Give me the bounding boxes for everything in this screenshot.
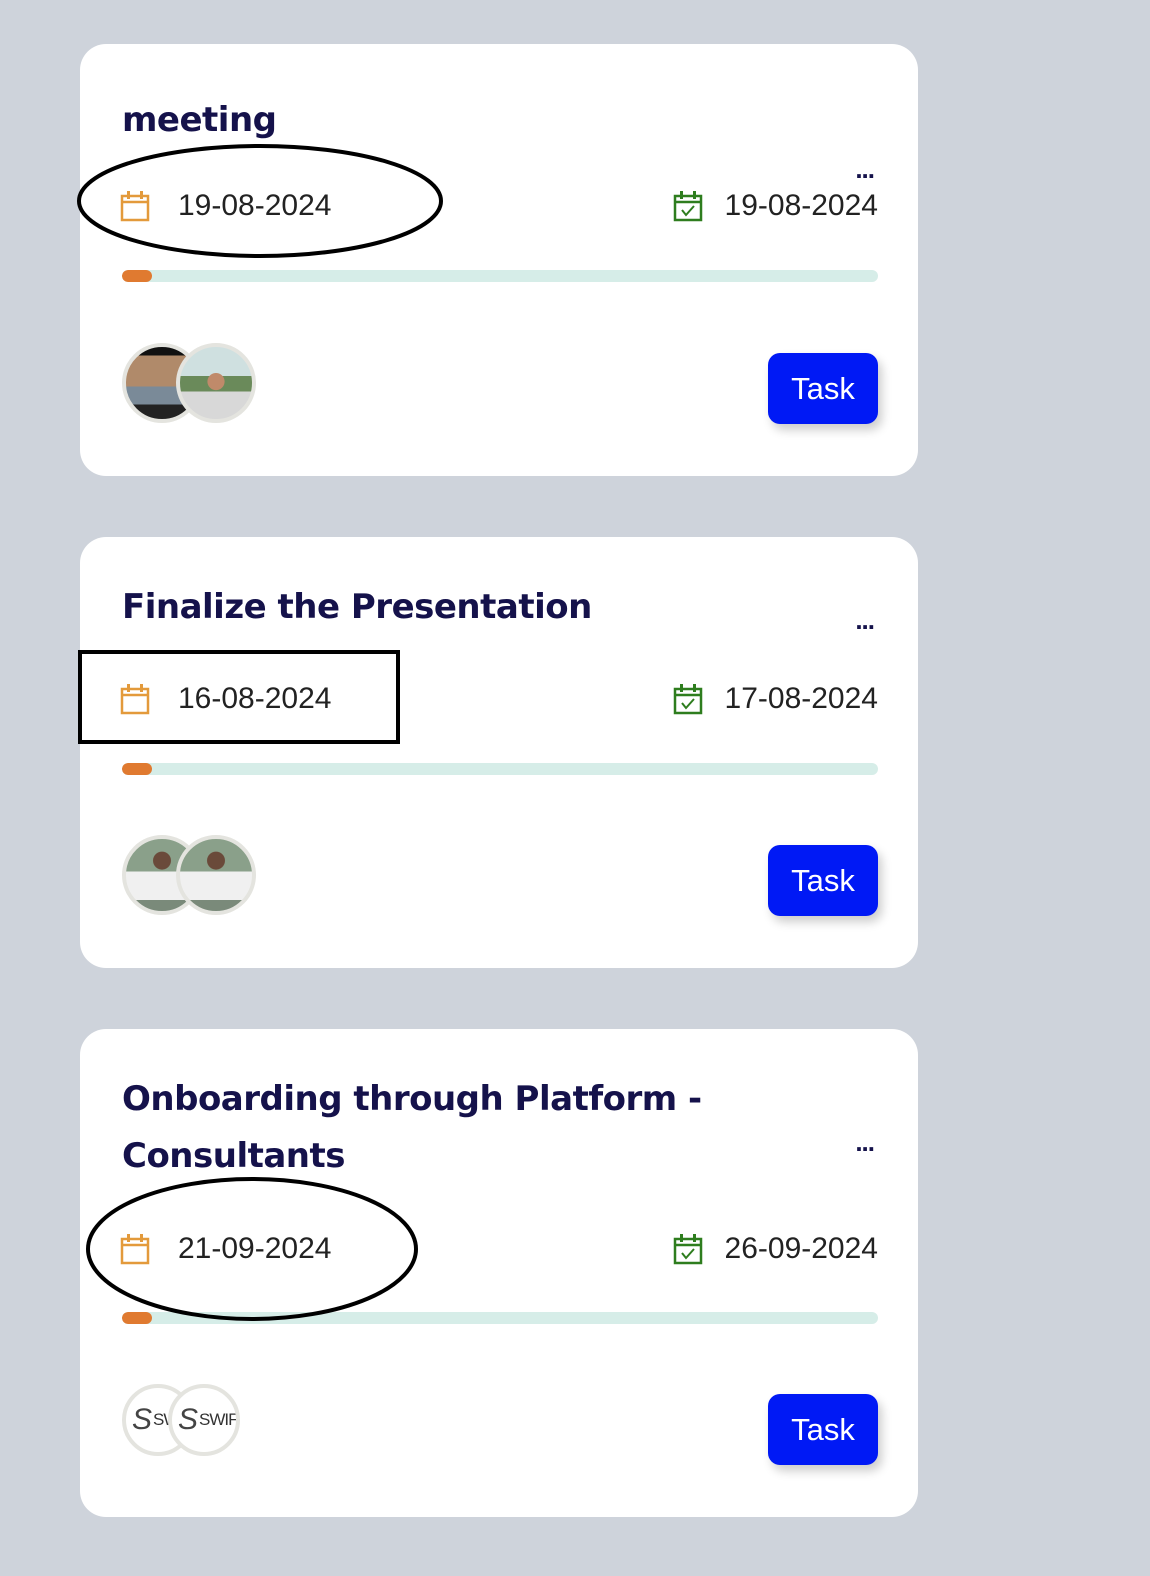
start-date: 19-08-2024 — [120, 189, 331, 223]
end-date: 19-08-2024 — [673, 189, 878, 223]
task-title: Finalize the Presentation — [122, 587, 592, 627]
task-card[interactable]: Onboarding through Platform - Consultant… — [80, 1029, 918, 1517]
assignee-avatars: SSWIFTERZ SSWIFTERZ — [122, 1384, 240, 1456]
end-date: 26-09-2024 — [673, 1232, 878, 1266]
end-date-text: 17-08-2024 — [724, 682, 878, 715]
calendar-icon — [120, 684, 150, 715]
task-title: Onboarding through Platform - Consultant… — [122, 1079, 702, 1176]
calendar-icon — [120, 191, 150, 222]
progress-bar — [122, 1312, 878, 1324]
swifterz-logo-avatar[interactable]: SSWIFTERZ — [168, 1384, 240, 1456]
avatar[interactable] — [176, 343, 256, 423]
end-date-text: 19-08-2024 — [724, 189, 878, 222]
start-date-text: 19-08-2024 — [178, 189, 332, 222]
ellipsis-icon[interactable]: ... — [855, 154, 875, 185]
end-date-text: 26-09-2024 — [724, 1232, 878, 1265]
ellipsis-icon[interactable]: ... — [855, 1127, 875, 1158]
calendar-icon — [120, 1234, 150, 1265]
start-date: 21-09-2024 — [120, 1232, 331, 1266]
ellipsis-icon[interactable]: ... — [855, 605, 875, 636]
assignee-avatars — [122, 835, 256, 915]
task-card[interactable]: meeting ... 19-08-2024 19-08-2024 Task — [80, 44, 918, 476]
task-card[interactable]: Finalize the Presentation ... 16-08-2024… — [80, 537, 918, 968]
start-date-text: 21-09-2024 — [178, 1232, 332, 1265]
progress-bar — [122, 763, 878, 775]
progress-fill — [122, 1312, 153, 1324]
assignee-avatars — [122, 343, 256, 423]
start-date: 16-08-2024 — [120, 682, 331, 716]
start-date-text: 16-08-2024 — [178, 682, 332, 715]
task-type-button[interactable]: Task — [768, 1394, 878, 1465]
task-title: meeting — [122, 100, 277, 140]
calendar-check-icon — [673, 684, 702, 715]
task-type-button[interactable]: Task — [768, 845, 878, 916]
calendar-check-icon — [673, 191, 702, 222]
end-date: 17-08-2024 — [673, 682, 878, 716]
progress-fill — [122, 763, 153, 775]
progress-bar — [122, 270, 878, 282]
avatar[interactable] — [176, 835, 256, 915]
calendar-check-icon — [673, 1234, 702, 1265]
progress-fill — [122, 270, 153, 282]
task-type-button[interactable]: Task — [768, 353, 878, 424]
